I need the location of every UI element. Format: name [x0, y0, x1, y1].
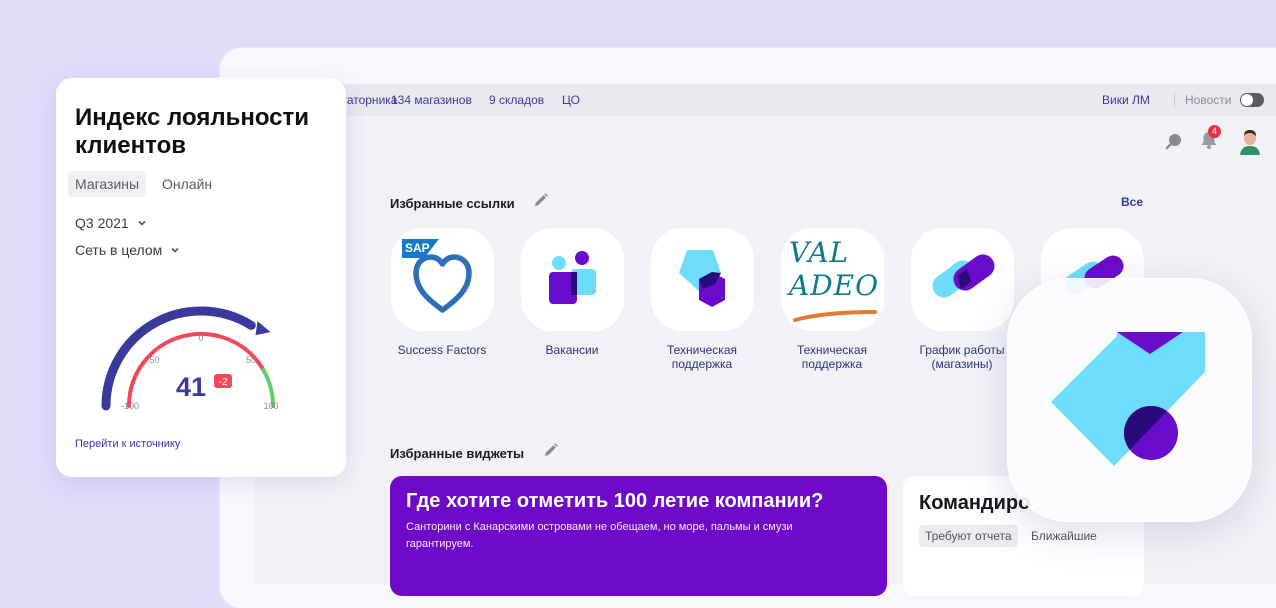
nav-link-wiki[interactable]: Вики ЛМ — [1102, 93, 1150, 107]
gauge-tick-zero: 0 — [198, 333, 203, 343]
tab-stores[interactable]: Магазины — [68, 171, 147, 197]
tab-upcoming[interactable]: Ближайшие — [1025, 525, 1103, 547]
gauge-tick-50: 50 — [246, 355, 256, 365]
tile-label-vacancies: Вакансии — [545, 343, 599, 357]
notification-badge: 4 — [1208, 125, 1221, 138]
chevron-down-icon — [138, 220, 146, 226]
trip-title: Командиро — [919, 492, 1031, 514]
all-links-button[interactable]: Все — [1121, 195, 1143, 209]
tile-label-tech-support-adeo: Техническая поддержка — [796, 343, 867, 371]
avatar[interactable] — [1237, 127, 1263, 155]
tile-label-tech-support: Техническая поддержка — [666, 343, 737, 371]
tab-reports-required[interactable]: Требуют отчета — [919, 525, 1018, 547]
news-toggle[interactable] — [1240, 93, 1264, 107]
promo-title: Где хотите отметить 100 летие компании? — [406, 490, 824, 512]
tile-label-success-factors: Success Factors — [397, 343, 487, 357]
tile-tech-support-adeo[interactable]: VAL ADEO — [781, 228, 884, 331]
floating-app-icon — [1007, 278, 1252, 522]
chevron-down-icon — [171, 247, 179, 253]
tile-schedule[interactable] — [911, 228, 1014, 331]
gauge-tick-minus50: -50 — [146, 355, 159, 365]
loyalty-value: 41 — [176, 372, 206, 402]
tech-support-icon — [679, 250, 725, 307]
loyalty-index-card: Индекс лояльности клиентов Магазины Онла… — [56, 78, 346, 477]
search-icon[interactable] — [1165, 132, 1183, 150]
loyalty-gauge: -100 -50 0 50 100 41 -2 — [101, 306, 279, 411]
promo-widget[interactable]: Где хотите отметить 100 летие компании? … — [390, 476, 887, 596]
widgets-title: Избранные виджеты — [390, 446, 525, 461]
edit-icon[interactable] — [533, 192, 549, 208]
period-value: Q3 2021 — [75, 215, 129, 231]
app-logo-icon — [1051, 332, 1205, 466]
nav-link-stores[interactable]: 134 магазинов — [391, 93, 472, 107]
nav-link-head-office[interactable]: ЦО — [562, 93, 580, 107]
source-link[interactable]: Перейти к источнику — [75, 438, 180, 450]
gauge-tick-min: -100 — [121, 401, 139, 411]
card-title: Индекс лояльности клиентов — [75, 104, 310, 159]
vacancies-icon — [549, 251, 596, 304]
favorites-title: Избранные ссылки — [390, 196, 515, 211]
news-label: Новости — [1185, 93, 1232, 107]
scope-value: Сеть в целом — [75, 242, 163, 258]
divider — [1174, 93, 1175, 107]
period-dropdown[interactable]: Q3 2021 — [75, 215, 147, 231]
schedule-icon — [932, 254, 995, 298]
nav-link-warehouses[interactable]: 9 складов — [489, 93, 544, 107]
tile-tech-support[interactable] — [651, 228, 754, 331]
promo-text: Санторини с Канарскими островами не обещ… — [406, 521, 793, 550]
tile-vacancies[interactable] — [521, 228, 624, 331]
tile-success-factors[interactable]: SAP — [391, 228, 494, 331]
scope-dropdown[interactable]: Сеть в целом — [75, 242, 180, 258]
tab-online[interactable]: Онлайн — [155, 171, 219, 197]
loyalty-delta: -2 — [219, 377, 228, 388]
gauge-tick-max: 100 — [263, 401, 278, 411]
notification-count: 4 — [1211, 126, 1217, 136]
edit-icon[interactable] — [543, 442, 559, 458]
top-navigation: игаторника 134 магазинов 9 складов ЦО Ви… — [254, 84, 1276, 116]
gauge-pointer — [255, 321, 271, 336]
brush-stroke-icon — [793, 310, 877, 322]
